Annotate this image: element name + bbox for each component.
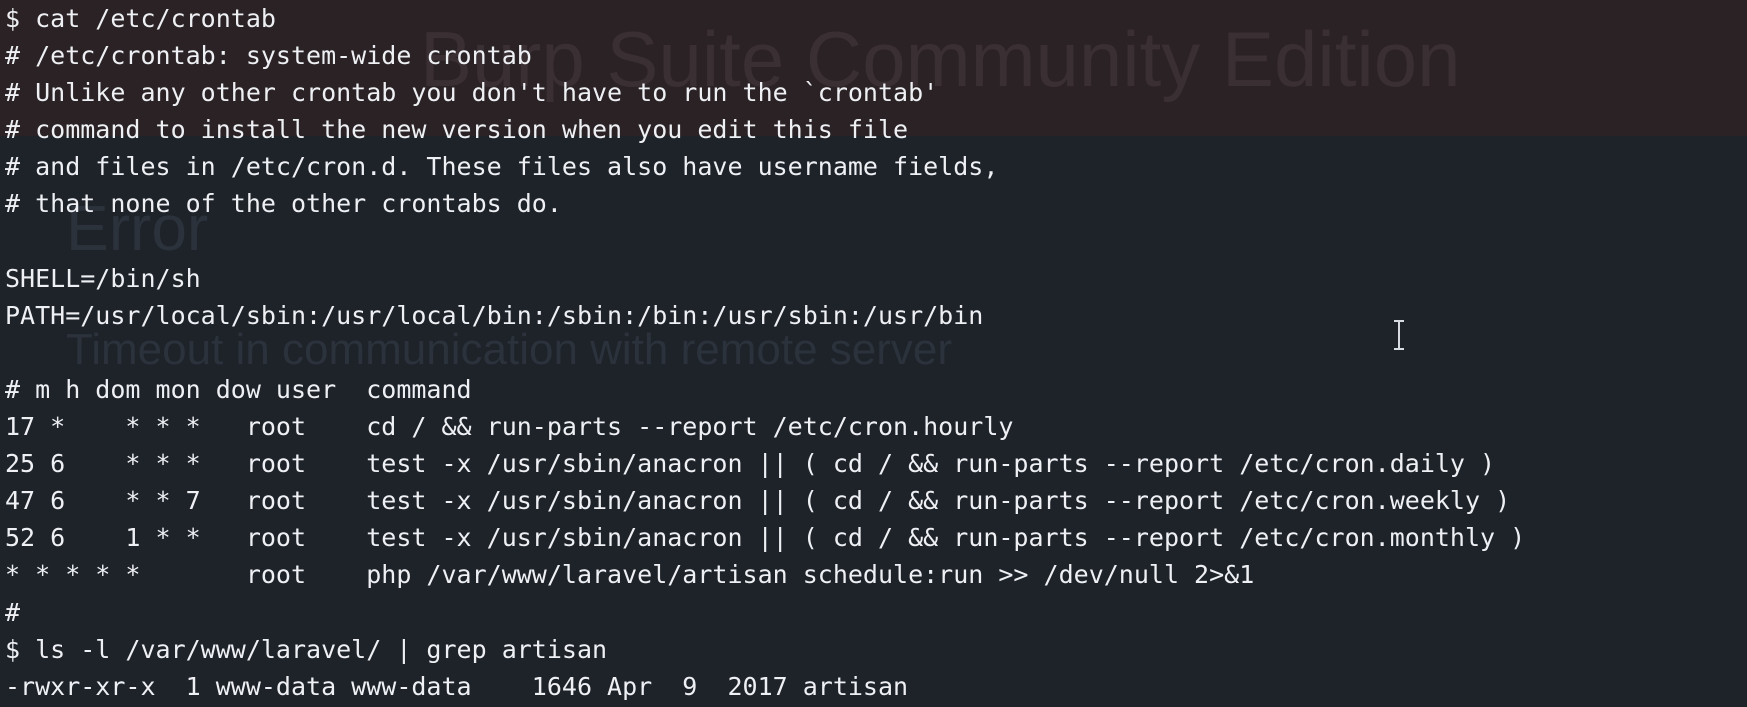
terminal-line: 17 * * * * root cd / && run-parts --repo…	[5, 412, 1014, 442]
terminal-line: # Unlike any other crontab you don't hav…	[5, 78, 939, 108]
terminal-line: $ cat /etc/crontab	[5, 4, 276, 33]
terminal-line: -rwxr-xr-x 1 www-data www-data 1646 Apr …	[5, 671, 909, 701]
terminal-line: #	[5, 597, 21, 627]
terminal-line: $ ls -l /var/www/laravel/ | grep artisan	[5, 634, 608, 664]
terminal-line: # /etc/crontab: system-wide crontab	[5, 41, 532, 71]
terminal-line: SHELL=/bin/sh	[5, 263, 201, 293]
terminal-line: # command to install the new version whe…	[5, 115, 909, 145]
terminal-line: PATH=/usr/local/sbin:/usr/local/bin:/sbi…	[5, 300, 984, 330]
terminal-window[interactable]: Burp Suite Community Edition Error Timeo…	[0, 0, 1747, 707]
text-cursor-icon	[1394, 320, 1404, 350]
terminal-line: 47 6 * * 7 root test -x /usr/sbin/anacro…	[5, 486, 1511, 516]
terminal-output[interactable]: $ cat /etc/crontab # /etc/crontab: syste…	[5, 0, 1525, 705]
terminal-line: 25 6 * * * root test -x /usr/sbin/anacro…	[5, 449, 1496, 479]
terminal-line: * * * * * root php /var/www/laravel/arti…	[5, 560, 1255, 590]
terminal-line: # that none of the other crontabs do.	[5, 189, 562, 219]
terminal-line: # and files in /etc/cron.d. These files …	[5, 152, 999, 182]
terminal-line: # m h dom mon dow user command	[5, 374, 472, 404]
terminal-line: 52 6 1 * * root test -x /usr/sbin/anacro…	[5, 523, 1526, 553]
